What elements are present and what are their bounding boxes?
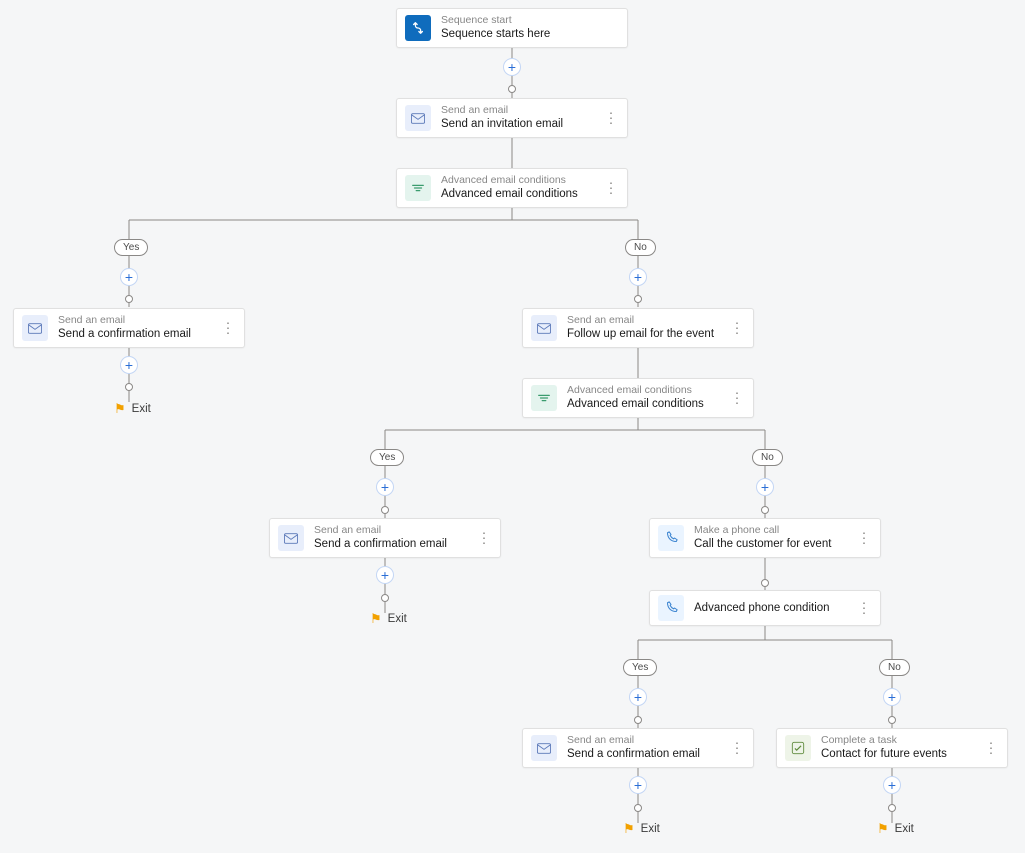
more-icon[interactable]: ⋮ (221, 320, 236, 337)
exit-marker: ⚑ Exit (370, 611, 407, 627)
exit-marker: ⚑ Exit (877, 821, 914, 837)
exit-label: Exit (132, 403, 151, 415)
more-icon[interactable]: ⋮ (730, 740, 745, 757)
branch-label-no: No (625, 239, 656, 256)
exit-label: Exit (895, 823, 914, 835)
node-contact-future-events[interactable]: Complete a task Contact for future event… (776, 728, 1008, 768)
connector-dot (381, 506, 389, 514)
condition-icon (405, 175, 431, 201)
node-type-label: Send an email (58, 314, 191, 328)
connector-dot (381, 594, 389, 602)
node-title-label: Send a confirmation email (58, 327, 191, 342)
sequence-canvas: Sequence start Sequence starts here + Se… (0, 0, 1025, 853)
flag-icon: ⚑ (370, 611, 382, 627)
node-type-label: Send an email (567, 314, 714, 328)
email-icon (405, 105, 431, 131)
node-title-label: Contact for future events (821, 747, 947, 762)
add-step-button[interactable]: + (629, 268, 647, 286)
node-title-label: Advanced email conditions (567, 397, 704, 412)
node-title-label: Call the customer for event (694, 537, 831, 552)
connector-dot (634, 804, 642, 812)
node-type-label: Send an email (441, 104, 563, 118)
exit-label: Exit (641, 823, 660, 835)
connector-dot (761, 579, 769, 587)
email-icon (531, 735, 557, 761)
phone-icon (658, 525, 684, 551)
phone-condition-icon (658, 595, 684, 621)
node-call-customer[interactable]: Make a phone call Call the customer for … (649, 518, 881, 558)
task-icon (785, 735, 811, 761)
connector-dot (888, 804, 896, 812)
branch-label-yes: Yes (114, 239, 148, 256)
node-title-label: Send a confirmation email (314, 537, 447, 552)
node-advanced-email-conditions-1[interactable]: Advanced email conditions Advanced email… (396, 168, 628, 208)
connector-dot (634, 716, 642, 724)
branch-label-no: No (752, 449, 783, 466)
node-advanced-phone-condition[interactable]: Advanced phone condition ⋮ (649, 590, 881, 626)
exit-label: Exit (388, 613, 407, 625)
connector-dot (508, 85, 516, 93)
add-step-button[interactable]: + (883, 688, 901, 706)
branch-label-no: No (879, 659, 910, 676)
node-send-confirmation-email-3[interactable]: Send an email Send a confirmation email … (522, 728, 754, 768)
node-title-label: Follow up email for the event (567, 327, 714, 342)
add-step-button[interactable]: + (376, 566, 394, 584)
more-icon[interactable]: ⋮ (477, 530, 492, 547)
add-step-button[interactable]: + (756, 478, 774, 496)
branch-icon (405, 15, 431, 41)
node-title-label: Advanced email conditions (441, 187, 578, 202)
more-icon[interactable]: ⋮ (604, 180, 619, 197)
add-step-button[interactable]: + (629, 776, 647, 794)
node-type-label: Sequence start (441, 14, 550, 28)
exit-marker: ⚑ Exit (623, 821, 660, 837)
email-icon (278, 525, 304, 551)
more-icon[interactable]: ⋮ (730, 390, 745, 407)
connector-dot (634, 295, 642, 303)
more-icon[interactable]: ⋮ (857, 600, 872, 617)
more-icon[interactable]: ⋮ (984, 740, 999, 757)
branch-label-yes: Yes (370, 449, 404, 466)
more-icon[interactable]: ⋮ (730, 320, 745, 337)
node-type-label: Send an email (314, 524, 447, 538)
node-title-label: Advanced phone condition (694, 601, 830, 616)
add-step-button[interactable]: + (376, 478, 394, 496)
node-type-label: Advanced email conditions (567, 384, 704, 398)
node-follow-up-email[interactable]: Send an email Follow up email for the ev… (522, 308, 754, 348)
node-title-label: Send an invitation email (441, 117, 563, 132)
node-send-invitation-email[interactable]: Send an email Send an invitation email ⋮ (396, 98, 628, 138)
flag-icon: ⚑ (114, 401, 126, 417)
add-step-button[interactable]: + (883, 776, 901, 794)
node-type-label: Advanced email conditions (441, 174, 578, 188)
more-icon[interactable]: ⋮ (857, 530, 872, 547)
connector-dot (888, 716, 896, 724)
email-icon (22, 315, 48, 341)
add-step-button[interactable]: + (629, 688, 647, 706)
more-icon[interactable]: ⋮ (604, 110, 619, 127)
node-type-label: Send an email (567, 734, 700, 748)
node-type-label: Complete a task (821, 734, 947, 748)
node-title-label: Sequence starts here (441, 27, 550, 42)
node-send-confirmation-email-1[interactable]: Send an email Send a confirmation email … (13, 308, 245, 348)
node-title-label: Send a confirmation email (567, 747, 700, 762)
email-icon (531, 315, 557, 341)
add-step-button[interactable]: + (503, 58, 521, 76)
node-send-confirmation-email-2[interactable]: Send an email Send a confirmation email … (269, 518, 501, 558)
node-type-label: Make a phone call (694, 524, 831, 538)
connector-dot (125, 295, 133, 303)
add-step-button[interactable]: + (120, 268, 138, 286)
connector-dot (761, 506, 769, 514)
node-advanced-email-conditions-2[interactable]: Advanced email conditions Advanced email… (522, 378, 754, 418)
branch-label-yes: Yes (623, 659, 657, 676)
condition-icon (531, 385, 557, 411)
flag-icon: ⚑ (877, 821, 889, 837)
connector-dot (125, 383, 133, 391)
add-step-button[interactable]: + (120, 356, 138, 374)
exit-marker: ⚑ Exit (114, 401, 151, 417)
node-sequence-start[interactable]: Sequence start Sequence starts here (396, 8, 628, 48)
flag-icon: ⚑ (623, 821, 635, 837)
